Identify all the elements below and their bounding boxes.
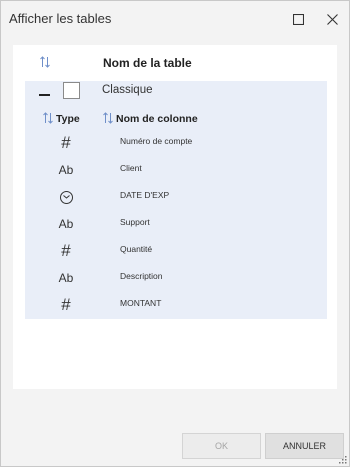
table-checkbox[interactable] bbox=[63, 82, 80, 99]
type-sort-icon[interactable] bbox=[42, 111, 54, 125]
dialog-title: Afficher les tables bbox=[9, 11, 112, 26]
collapse-toggle[interactable] bbox=[39, 89, 51, 101]
column-name-sort-icon[interactable] bbox=[102, 111, 114, 125]
hash-icon: # bbox=[61, 295, 71, 314]
tables-panel: Nom de la table Classique Type Nom de co… bbox=[13, 45, 337, 389]
type-column-header[interactable]: Type bbox=[56, 113, 80, 125]
column-row[interactable]: DATE D'EXP bbox=[25, 187, 327, 214]
column-name-header[interactable]: Nom de colonne bbox=[116, 113, 198, 125]
close-button[interactable] bbox=[322, 9, 342, 29]
maximize-icon bbox=[292, 13, 304, 25]
resize-grip-icon[interactable] bbox=[339, 456, 347, 464]
text-icon: Ab bbox=[58, 163, 74, 177]
ok-button[interactable]: OK bbox=[182, 433, 261, 459]
table-group-name: Classique bbox=[102, 84, 153, 96]
column-name: Numéro de compte bbox=[120, 136, 193, 146]
hash-icon: # bbox=[61, 133, 71, 152]
column-row[interactable]: Ab Client bbox=[25, 160, 327, 187]
show-tables-dialog: Afficher les tables Nom de la table Clas… bbox=[0, 0, 350, 467]
cancel-button[interactable]: ANNULER bbox=[265, 433, 344, 459]
text-icon: Ab bbox=[58, 217, 74, 231]
column-row[interactable]: # Quantité bbox=[25, 241, 327, 268]
table-header-row: Nom de la table bbox=[13, 45, 337, 81]
column-row[interactable]: # Numéro de compte bbox=[25, 133, 327, 160]
column-name: Quantité bbox=[120, 244, 153, 254]
column-name: Support bbox=[120, 217, 150, 227]
maximize-button[interactable] bbox=[288, 9, 308, 29]
sort-icon[interactable] bbox=[39, 55, 51, 69]
column-name: Client bbox=[120, 163, 142, 173]
close-icon bbox=[326, 13, 338, 25]
hash-icon: # bbox=[61, 241, 71, 260]
column-name: DATE D'EXP bbox=[120, 190, 170, 200]
column-name: Description bbox=[120, 271, 163, 281]
column-name: MONTANT bbox=[120, 298, 162, 308]
table-name-header[interactable]: Nom de la table bbox=[103, 56, 192, 70]
clock-icon bbox=[55, 187, 77, 207]
column-row[interactable]: Ab Description bbox=[25, 268, 327, 295]
column-row[interactable]: Ab Support bbox=[25, 214, 327, 241]
table-group-classique: Classique Type Nom de colonne # Numéro d… bbox=[25, 81, 327, 319]
column-row[interactable]: # MONTANT bbox=[25, 295, 327, 322]
text-icon: Ab bbox=[58, 271, 74, 285]
